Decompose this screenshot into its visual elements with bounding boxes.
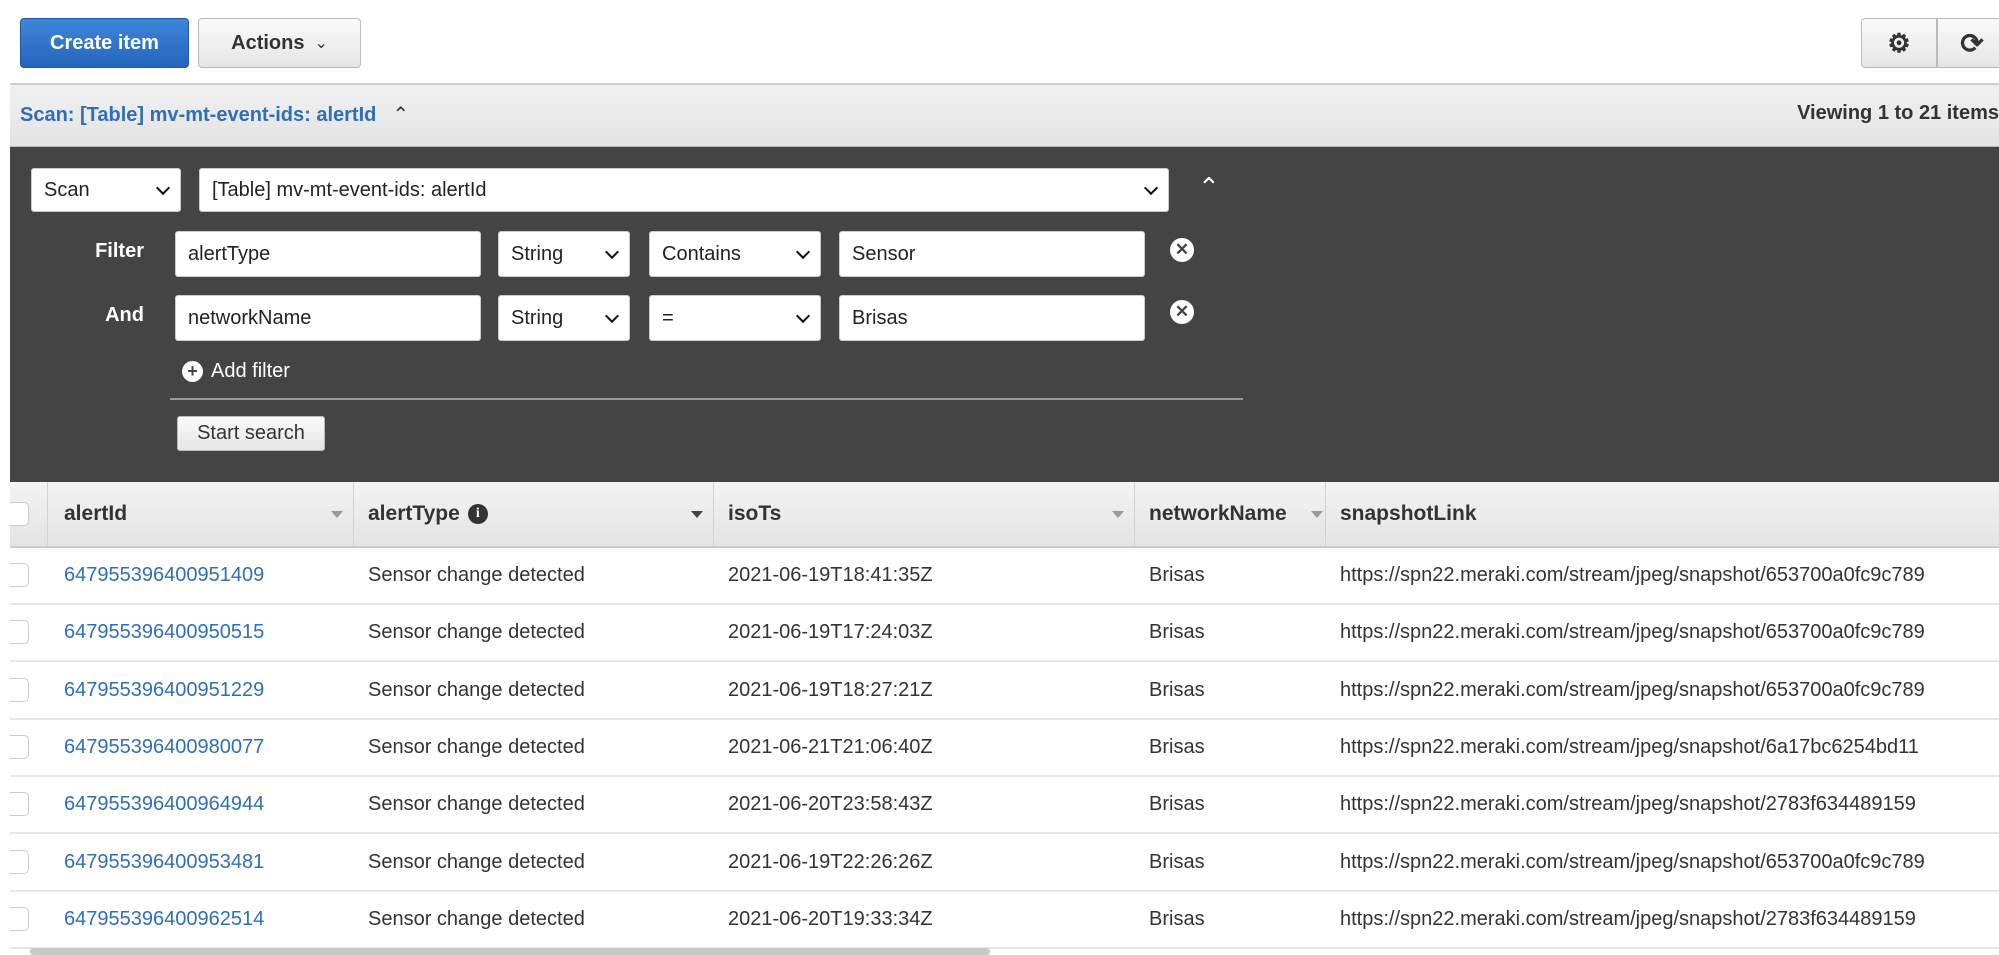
cell-isots: 2021-06-19T18:27:21Z — [728, 678, 933, 701]
start-search-button[interactable]: Start search — [177, 416, 325, 451]
info-icon[interactable]: i — [467, 504, 488, 524]
cell-alerttype: Sensor change detected — [368, 735, 585, 758]
select-all-checkbox[interactable] — [10, 482, 48, 546]
filter-type-select[interactable]: String — [498, 295, 630, 341]
sort-icon[interactable] — [1112, 511, 1124, 518]
cell-networkname: Brisas — [1149, 907, 1205, 930]
row-checkbox[interactable] — [10, 563, 29, 587]
filter-attribute-input[interactable]: networkName — [175, 295, 481, 341]
mode-select[interactable]: Scan — [31, 168, 181, 212]
cell-snapshotlink: https://spn22.meraki.com/stream/jpeg/sna… — [1340, 793, 1916, 816]
column-header-alerttype[interactable]: alertType i — [354, 482, 714, 546]
table-row[interactable]: 647955396400962514 Sensor change detected… — [10, 892, 1999, 949]
cell-alerttype: Sensor change detected — [368, 850, 585, 873]
filter-label: Filter — [95, 240, 144, 262]
cell-networkname: Brisas — [1149, 678, 1205, 701]
gear-icon: ⚙ — [1887, 27, 1911, 58]
cell-networkname: Brisas — [1149, 735, 1205, 758]
column-header-networkname[interactable]: networkName — [1135, 482, 1326, 546]
table-row[interactable]: 647955396400951409 Sensor change detected… — [10, 548, 1999, 605]
filter-value-input[interactable]: Sensor — [839, 231, 1145, 277]
table-select[interactable]: [Table] mv-mt-event-ids: alertId — [199, 168, 1169, 212]
cell-alerttype: Sensor change detected — [368, 907, 585, 930]
actions-label: Actions — [231, 31, 305, 54]
column-label: isoTs — [728, 502, 782, 525]
remove-filter-icon[interactable]: ✕ — [1170, 238, 1194, 262]
cell-snapshotlink: https://spn22.meraki.com/stream/jpeg/sna… — [1340, 621, 1925, 644]
table-row[interactable]: 647955396400980077 Sensor change detected… — [10, 720, 1999, 777]
cell-alerttype: Sensor change detected — [368, 678, 585, 701]
cell-alertid[interactable]: 647955396400953481 — [64, 835, 264, 890]
cell-snapshotlink: https://spn22.meraki.com/stream/jpeg/sna… — [1340, 907, 1916, 930]
cell-snapshotlink: https://spn22.meraki.com/stream/jpeg/sna… — [1340, 850, 1925, 873]
cell-alerttype: Sensor change detected — [368, 564, 585, 586]
cell-networkname: Brisas — [1149, 621, 1205, 644]
sort-icon[interactable] — [331, 511, 343, 518]
row-checkbox[interactable] — [10, 677, 29, 702]
cell-alertid[interactable]: 647955396400950515 — [64, 605, 264, 660]
cell-alertid[interactable]: 647955396400964944 — [64, 777, 264, 832]
chevron-down-icon: ⌄ — [314, 35, 328, 52]
table-header: alertId alertType i isoTs networkName sna… — [10, 482, 1999, 548]
viewing-count: Viewing 1 to 21 items — [1797, 102, 1999, 124]
cell-networkname: Brisas — [1149, 850, 1205, 873]
refresh-button[interactable]: ⟳ — [1937, 18, 1999, 68]
scan-toggle[interactable]: Scan: [Table] mv-mt-event-ids: alertId ⌃ — [20, 102, 409, 127]
cell-isots: 2021-06-20T19:33:34Z — [728, 907, 933, 930]
cell-snapshotlink: https://spn22.meraki.com/stream/jpeg/sna… — [1340, 678, 1925, 701]
cell-alerttype: Sensor change detected — [368, 793, 585, 816]
settings-button[interactable]: ⚙ — [1861, 18, 1937, 68]
filter-type-select[interactable]: String — [498, 231, 630, 277]
chevron-up-icon: ⌃ — [392, 104, 410, 126]
table-row[interactable]: 647955396400953481 Sensor change detected… — [10, 835, 1999, 892]
cell-snapshotlink: https://spn22.meraki.com/stream/jpeg/sna… — [1340, 564, 1925, 586]
and-label: And — [105, 304, 144, 326]
row-checkbox[interactable] — [10, 849, 29, 874]
filter-attribute-input[interactable]: alertType — [175, 231, 481, 277]
cell-snapshotlink: https://spn22.meraki.com/stream/jpeg/sna… — [1340, 735, 1919, 758]
cell-networkname: Brisas — [1149, 793, 1205, 816]
column-header-isots[interactable]: isoTs — [714, 482, 1135, 546]
column-label: alertType — [368, 502, 460, 525]
table-row[interactable]: 647955396400964944 Sensor change detected… — [10, 777, 1999, 835]
refresh-icon: ⟳ — [1960, 27, 1984, 59]
cell-isots: 2021-06-20T23:58:43Z — [728, 793, 933, 816]
actions-button[interactable]: Actions ⌄ — [198, 18, 361, 68]
table-row[interactable]: 647955396400950515 Sensor change detected… — [10, 605, 1999, 663]
column-label: alertId — [64, 502, 128, 525]
scan-title: Scan: [Table] mv-mt-event-ids: alertId — [20, 104, 377, 126]
cell-alertid[interactable]: 647955396400951229 — [64, 663, 264, 718]
cell-isots: 2021-06-19T18:41:35Z — [728, 564, 933, 586]
cell-isots: 2021-06-21T21:06:40Z — [728, 735, 933, 758]
row-checkbox[interactable] — [10, 792, 29, 817]
remove-filter-icon[interactable]: ✕ — [1170, 300, 1194, 324]
sort-icon[interactable] — [1311, 511, 1323, 518]
collapse-query-icon[interactable]: ⌃ — [1198, 172, 1220, 203]
cell-alertid[interactable]: 647955396400980077 — [64, 720, 264, 775]
cell-isots: 2021-06-19T17:24:03Z — [728, 621, 933, 644]
plus-circle-icon: + — [182, 361, 203, 382]
cell-alerttype: Sensor change detected — [368, 621, 585, 644]
filter-operator-select[interactable]: = — [649, 295, 821, 341]
add-filter-label: Add filter — [211, 360, 290, 382]
table-row[interactable]: 647955396400951229 Sensor change detected… — [10, 663, 1999, 720]
filter-operator-select[interactable]: Contains — [649, 231, 821, 277]
column-header-snapshotlink[interactable]: snapshotLink — [1326, 482, 1999, 546]
horizontal-scrollbar[interactable] — [30, 948, 990, 955]
row-checkbox[interactable] — [10, 620, 29, 645]
column-header-alertid[interactable]: alertId — [48, 482, 354, 546]
cell-alertid[interactable]: 647955396400951409 — [64, 548, 264, 603]
row-checkbox[interactable] — [10, 734, 29, 759]
sort-icon[interactable] — [691, 511, 703, 518]
add-filter-button[interactable]: + Add filter — [182, 360, 290, 383]
cell-alertid[interactable]: 647955396400962514 — [64, 892, 264, 947]
cell-networkname: Brisas — [1149, 564, 1205, 586]
divider — [170, 398, 1243, 400]
cell-isots: 2021-06-19T22:26:26Z — [728, 850, 933, 873]
column-label: networkName — [1149, 502, 1287, 525]
filter-value-input[interactable]: Brisas — [839, 295, 1145, 341]
create-item-button[interactable]: Create item — [20, 18, 189, 68]
row-checkbox[interactable] — [10, 906, 29, 931]
column-label: snapshotLink — [1340, 502, 1477, 525]
